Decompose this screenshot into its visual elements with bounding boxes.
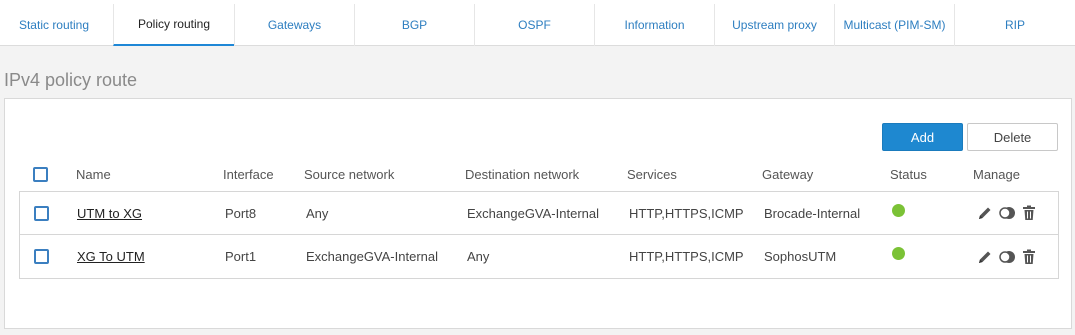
row-services: HTTP,HTTPS,ICMP (629, 205, 744, 221)
status-indicator (892, 203, 905, 217)
row-source-network: Any (306, 205, 329, 221)
row-destination-network: ExchangeGVA-Internal (467, 205, 599, 221)
row-destination-network: Any (467, 249, 490, 264)
select-all-cell (33, 157, 48, 191)
tab-gateways[interactable]: Gateways (234, 4, 354, 46)
tab-bar: Static routing Policy routing Gateways B… (0, 0, 1075, 46)
table-row: XG To UTM Port1 ExchangeGVA-Internal Any… (19, 235, 1059, 279)
row-gateway: SophosUTM (764, 249, 837, 264)
row-checkbox[interactable] (34, 205, 49, 221)
policy-route-panel: Add Delete Name Interface Source network… (4, 98, 1072, 329)
header-interface[interactable]: Interface (223, 157, 274, 191)
toggle-icon[interactable] (998, 204, 1016, 222)
pencil-icon[interactable] (976, 248, 994, 266)
row-manage (976, 235, 1038, 278)
trash-icon[interactable] (1020, 204, 1038, 222)
row-services: HTTP,HTTPS,ICMP (629, 249, 744, 264)
header-destination-network[interactable]: Destination network (465, 157, 579, 191)
row-checkbox[interactable] (34, 249, 49, 264)
row-interface: Port1 (225, 249, 257, 264)
header-source-network[interactable]: Source network (304, 157, 394, 191)
row-status-cell (892, 235, 905, 278)
tab-bgp[interactable]: BGP (354, 4, 474, 46)
trash-icon[interactable] (1020, 248, 1038, 266)
tab-multicast[interactable]: Multicast (PIM-SM) (834, 4, 954, 46)
pencil-icon[interactable] (976, 204, 994, 222)
row-manage (976, 192, 1038, 234)
tab-information[interactable]: Information (594, 4, 714, 46)
route-name-link[interactable]: XG To UTM (77, 249, 145, 264)
toggle-icon[interactable] (998, 248, 1016, 266)
status-indicator (892, 247, 905, 260)
table-row: UTM to XG Port8 Any ExchangeGVA-Internal… (19, 191, 1059, 235)
row-select-cell (34, 192, 49, 234)
select-all-checkbox[interactable] (33, 166, 48, 182)
tab-upstream-proxy[interactable]: Upstream proxy (714, 4, 834, 46)
header-services[interactable]: Services (627, 157, 677, 191)
header-manage: Manage (973, 166, 1020, 182)
route-name-link[interactable]: UTM to XG (77, 206, 142, 221)
tab-rip[interactable]: RIP (954, 4, 1075, 46)
header-status[interactable]: Status (890, 157, 927, 191)
row-status-cell (892, 192, 905, 234)
tab-policy-routing[interactable]: Policy routing (113, 4, 234, 46)
row-interface: Port8 (225, 205, 257, 221)
header-gateway[interactable]: Gateway (762, 157, 813, 191)
add-button[interactable]: Add (882, 123, 963, 151)
tab-static-routing[interactable]: Static routing (0, 4, 108, 46)
table-header: Name Interface Source network Destinatio… (19, 157, 1059, 191)
row-select-cell (34, 235, 49, 278)
row-gateway: Brocade-Internal (764, 205, 861, 221)
row-source-network: ExchangeGVA-Internal (306, 249, 438, 264)
delete-button[interactable]: Delete (967, 123, 1058, 151)
tab-ospf[interactable]: OSPF (474, 4, 594, 46)
page-title: IPv4 policy route (4, 70, 138, 90)
header-name[interactable]: Name (76, 157, 111, 191)
